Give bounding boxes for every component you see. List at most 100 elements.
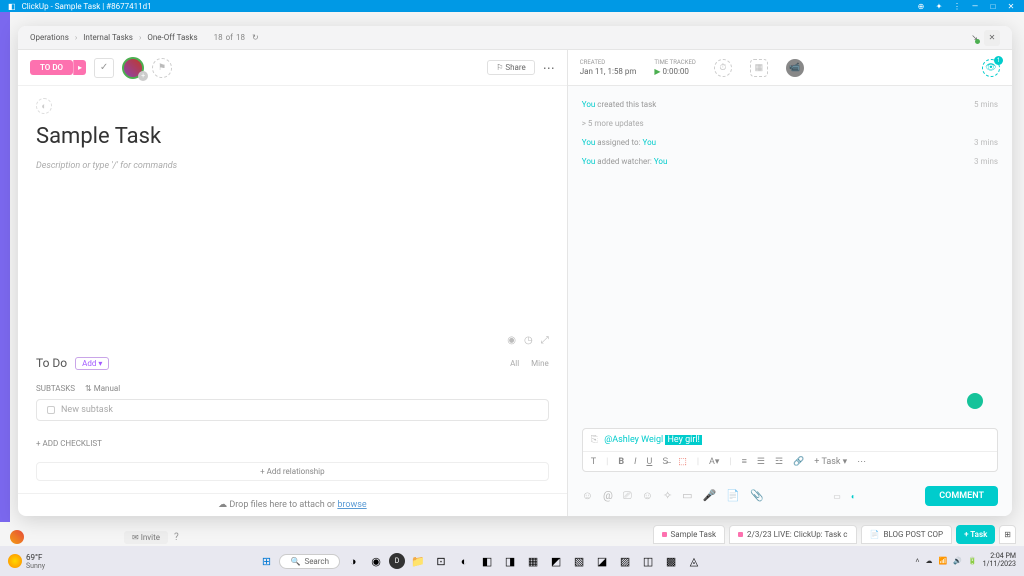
check-list-icon[interactable]: ☰ <box>757 457 765 467</box>
tb-app-7[interactable]: ◨ <box>500 551 520 571</box>
doc-icon[interactable]: 📄 <box>726 489 740 503</box>
slash-command-icon[interactable]: ⎚ <box>623 489 632 503</box>
mention-icon[interactable]: @ <box>603 489 613 503</box>
refresh-icon[interactable]: ↻ <box>252 33 259 42</box>
add-assignee-icon[interactable]: + <box>138 71 148 81</box>
emoji-icon[interactable]: ☺ <box>642 489 653 503</box>
screen-record-icon[interactable]: ▭ <box>682 489 692 503</box>
visibility-icon[interactable]: ◉ <box>507 335 516 346</box>
tray-cloud-icon[interactable]: ☁ <box>926 557 933 565</box>
status-next-button[interactable]: ▸ <box>73 60 86 75</box>
history-icon[interactable]: ◷ <box>524 335 533 346</box>
format-text-icon[interactable]: T <box>591 457 596 467</box>
tray-battery-icon[interactable]: 🔋 <box>968 557 977 565</box>
activity-user[interactable]: You <box>582 138 596 147</box>
breadcrumb-2[interactable]: One-Off Tasks <box>147 33 197 42</box>
tb-app-13[interactable]: ◫ <box>638 551 658 571</box>
task-title[interactable]: Sample Task <box>36 124 549 149</box>
minimize-modal-icon[interactable]: ↘ <box>971 33 978 42</box>
grammarly-icon[interactable] <box>967 393 983 409</box>
tb-app-8[interactable]: ▦ <box>523 551 543 571</box>
tray-wifi-icon[interactable]: 📶 <box>939 557 948 565</box>
comment-submit-button[interactable]: COMMENT <box>925 486 998 506</box>
mini-tab-3[interactable]: 📄BLOG POST COP <box>861 525 953 544</box>
drop-files-area[interactable]: ☁ Drop files here to attach or browse <box>18 493 567 516</box>
tray-up-icon[interactable]: ˄ <box>915 557 919 565</box>
italic-icon[interactable]: I <box>634 457 636 467</box>
tb-app-11[interactable]: ◪ <box>592 551 612 571</box>
tb-app-3[interactable]: D <box>389 553 405 569</box>
add-dropdown[interactable]: Add ▾ <box>75 357 109 370</box>
voice-icon[interactable]: 🎤 <box>703 489 717 503</box>
activity-user[interactable]: You <box>582 100 596 109</box>
font-color-icon[interactable]: A▾ <box>709 457 719 467</box>
activity-more-toggle[interactable]: > 5 more updates <box>582 119 998 128</box>
color-icon[interactable]: ⬚ <box>678 457 687 467</box>
new-subtask-input[interactable]: New subtask <box>36 399 549 421</box>
comment-input[interactable]: ⎘ @Ashley Weigl Hey girl! <box>583 429 997 451</box>
tb-explorer[interactable]: 📁 <box>408 551 428 571</box>
link-icon[interactable]: 🔗 <box>793 457 804 467</box>
priority-flag-button[interactable]: ⚑ <box>152 58 172 78</box>
tb-app-1[interactable]: ◑ <box>343 551 363 571</box>
start-button[interactable]: ⊞ <box>256 551 276 571</box>
checkmark-button[interactable]: ✓ <box>94 58 114 78</box>
tb-app-5[interactable]: ◐ <box>454 551 474 571</box>
dates-button[interactable]: ▦ <box>750 59 768 77</box>
close-window-icon[interactable]: ✕ <box>1006 1 1016 11</box>
tb-app-9[interactable]: ◩ <box>546 551 566 571</box>
more-menu-icon[interactable]: ⋯ <box>543 61 555 75</box>
add-relationship-button[interactable]: + Add relationship <box>36 462 549 481</box>
browse-link[interactable]: browse <box>337 500 366 510</box>
bold-icon[interactable]: B <box>618 457 624 467</box>
tray-volume-icon[interactable]: 🔊 <box>953 557 962 565</box>
activity-user[interactable]: You <box>582 157 596 166</box>
ai-icon[interactable]: ✧ <box>663 489 672 503</box>
strike-icon[interactable]: S̶ <box>662 456 668 467</box>
tb-app-4[interactable]: ⊡ <box>431 551 451 571</box>
breadcrumb-0[interactable]: Operations <box>30 33 69 42</box>
maximize-icon[interactable]: □ <box>988 1 998 11</box>
toggle-icon-1[interactable]: ▭ <box>833 492 841 501</box>
taskbar-clock[interactable]: 2:04 PM 1/11/2023 <box>983 553 1016 568</box>
description-area[interactable]: Description or type '/' for commands ◉ ◷… <box>36 161 549 346</box>
tb-app-10[interactable]: ▧ <box>569 551 589 571</box>
taskbar-search[interactable]: 🔍 Search <box>279 554 340 569</box>
subtasks-sort[interactable]: ⇅ Manual <box>85 384 120 393</box>
extensions-icon[interactable]: ✦ <box>934 1 944 11</box>
tag-icon[interactable]: ◐ <box>36 98 52 114</box>
expand-icon[interactable]: ⤢ <box>541 335 549 346</box>
menu-icon[interactable]: ⋮ <box>952 1 962 11</box>
add-checklist-button[interactable]: + ADD CHECKLIST <box>36 439 549 448</box>
underline-icon[interactable]: U <box>646 457 652 467</box>
tb-app-6[interactable]: ◧ <box>477 551 497 571</box>
comment-box[interactable]: ⎘ @Ashley Weigl Hey girl! T | B I U S̶ ⬚… <box>582 428 998 472</box>
zoom-icon[interactable]: ⊕ <box>916 1 926 11</box>
tb-app-12[interactable]: ▨ <box>615 551 635 571</box>
minimize-icon[interactable]: — <box>970 1 980 11</box>
estimate-button[interactable]: ⏱ <box>714 59 732 77</box>
watchers-button[interactable]: 👁1 <box>982 59 1000 77</box>
insert-task-button[interactable]: + Task ▾ <box>814 457 847 467</box>
share-button[interactable]: ⚐ Share <box>487 60 535 75</box>
weather-widget[interactable]: 69°F Sunny <box>8 553 45 570</box>
tb-app-15[interactable]: ◬ <box>684 551 704 571</box>
mini-tab-1[interactable]: Sample Task <box>653 525 726 544</box>
invite-button[interactable]: ✉ Invite <box>124 531 168 544</box>
mini-tab-2[interactable]: 2/3/23 LIVE: ClickUp: Task c <box>729 525 856 544</box>
tb-app-14[interactable]: ▩ <box>661 551 681 571</box>
video-icon[interactable]: 📹 <box>786 59 804 77</box>
help-icon[interactable]: ? <box>174 532 179 543</box>
status-button[interactable]: TO DO <box>30 60 73 75</box>
close-modal-button[interactable]: ✕ <box>984 30 1000 46</box>
ordered-list-icon[interactable]: ☲ <box>775 457 783 467</box>
breadcrumb-1[interactable]: Internal Tasks <box>83 33 133 42</box>
filter-all[interactable]: All <box>510 359 519 368</box>
new-task-button[interactable]: + Task <box>956 525 995 544</box>
assign-comment-icon[interactable]: ☺ <box>582 489 593 503</box>
tb-app-2[interactable]: ◉ <box>366 551 386 571</box>
bullet-list-icon[interactable]: ≡ <box>742 456 747 467</box>
grid-button[interactable]: ⊞ <box>999 525 1016 544</box>
attach-file-icon[interactable]: 📎 <box>750 489 764 503</box>
toggle-icon-2[interactable]: ◐ <box>851 492 856 501</box>
